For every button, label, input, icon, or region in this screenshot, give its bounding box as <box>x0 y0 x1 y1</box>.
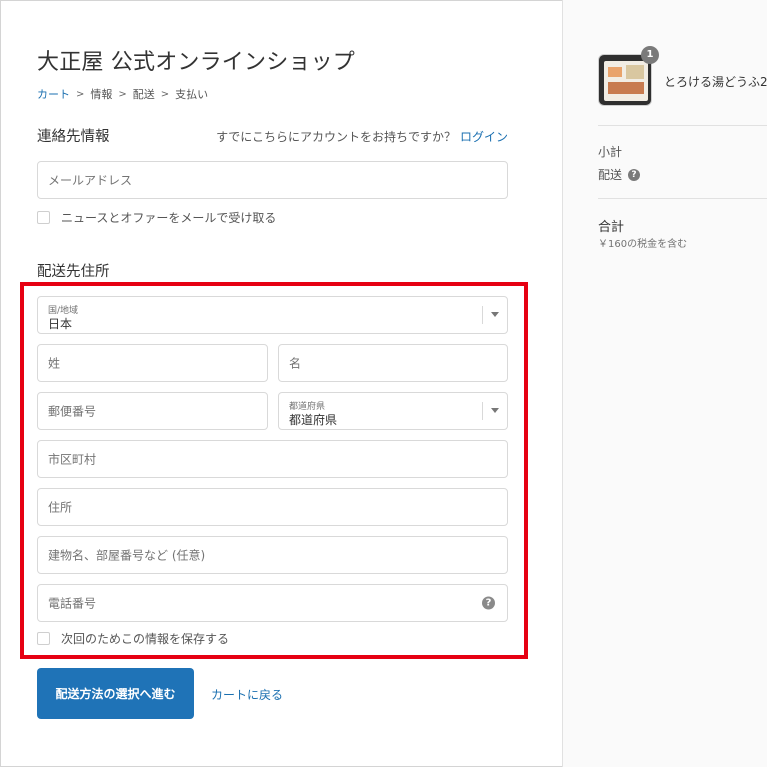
product-image-detail <box>626 65 644 79</box>
product-image-detail <box>608 82 644 94</box>
quantity-badge: 1 <box>641 46 659 64</box>
prefecture-select[interactable]: 都道府県 都道府県 <box>278 392 508 430</box>
country-select[interactable]: 国/地域 日本 <box>37 296 508 334</box>
chevron-down-icon <box>491 408 499 413</box>
breadcrumb-shipping: 配送 <box>132 88 155 101</box>
country-value: 日本 <box>48 317 73 331</box>
city-field[interactable]: 市区町村 <box>37 440 508 478</box>
postal-code-placeholder: 郵便番号 <box>48 404 97 419</box>
select-divider <box>482 402 483 420</box>
account-prompt: すでにこちらにアカウントをお持ちですか？ ログイン <box>216 128 508 145</box>
phone-field[interactable]: 電話番号 ? <box>37 584 508 622</box>
email-field[interactable]: メールアドレス <box>37 161 508 199</box>
chevron-down-icon <box>491 312 499 317</box>
return-to-cart-link[interactable]: カートに戻る <box>211 686 283 703</box>
save-info-checkbox[interactable] <box>37 632 50 645</box>
building-field[interactable]: 建物名、部屋番号など (任意) <box>37 536 508 574</box>
summary-divider <box>598 198 767 199</box>
postal-code-field[interactable]: 郵便番号 <box>37 392 268 430</box>
shipping-row: 配送 ? <box>598 166 641 183</box>
save-info-label: 次回のためこの情報を保存する <box>61 632 230 646</box>
building-placeholder: 建物名、部屋番号など (任意) <box>48 548 206 563</box>
login-link[interactable]: ログイン <box>460 130 508 144</box>
last-name-placeholder: 姓 <box>48 356 61 371</box>
order-summary-sidebar <box>562 0 767 767</box>
newsletter-checkbox[interactable] <box>37 211 50 224</box>
subtotal-label: 小計 <box>598 145 623 159</box>
address-field[interactable]: 住所 <box>37 488 508 526</box>
save-info-option[interactable]: 次回のためこの情報を保存する <box>37 630 229 647</box>
address-placeholder: 住所 <box>48 500 73 515</box>
breadcrumb-separator: > <box>118 88 127 100</box>
shipping-section-title: 配送先住所 <box>37 264 110 280</box>
breadcrumb-separator: > <box>76 88 85 100</box>
continue-to-shipping-button[interactable]: 配送方法の選択へ進む <box>37 668 194 719</box>
question-circle-icon[interactable]: ? <box>628 168 641 181</box>
first-name-placeholder: 名 <box>289 356 302 371</box>
breadcrumb-payment: 支払い <box>175 88 209 101</box>
tax-note: ￥160の税金を含む <box>598 239 688 250</box>
account-prompt-text: すでにこちらにアカウントをお持ちですか？ <box>216 130 456 144</box>
newsletter-label: ニュースとオファーをメールで受け取る <box>61 211 277 225</box>
email-placeholder: メールアドレス <box>48 173 133 188</box>
contact-section-title: 連絡先情報 <box>37 129 110 145</box>
breadcrumb-cart[interactable]: カート <box>37 86 70 102</box>
newsletter-option[interactable]: ニュースとオファーをメールで受け取る <box>37 209 276 226</box>
product-image-detail <box>608 67 622 77</box>
summary-divider <box>598 125 767 126</box>
breadcrumb: カート > 情報 > 配送 > 支払い <box>37 86 208 102</box>
first-name-field[interactable]: 名 <box>278 344 508 382</box>
shipping-label: 配送 <box>598 168 623 182</box>
select-divider <box>482 306 483 324</box>
prefecture-value: 都道府県 <box>289 413 338 427</box>
city-placeholder: 市区町村 <box>48 452 97 467</box>
shop-title: 大正屋 公式オンラインショップ <box>37 50 355 75</box>
question-circle-icon[interactable]: ? <box>482 596 495 610</box>
product-name: とろける湯どうふ2 <box>664 75 767 89</box>
total-label: 合計 <box>598 220 625 235</box>
breadcrumb-information: 情報 <box>90 88 113 101</box>
last-name-field[interactable]: 姓 <box>37 344 268 382</box>
breadcrumb-separator: > <box>160 88 170 100</box>
phone-placeholder: 電話番号 <box>48 596 97 611</box>
